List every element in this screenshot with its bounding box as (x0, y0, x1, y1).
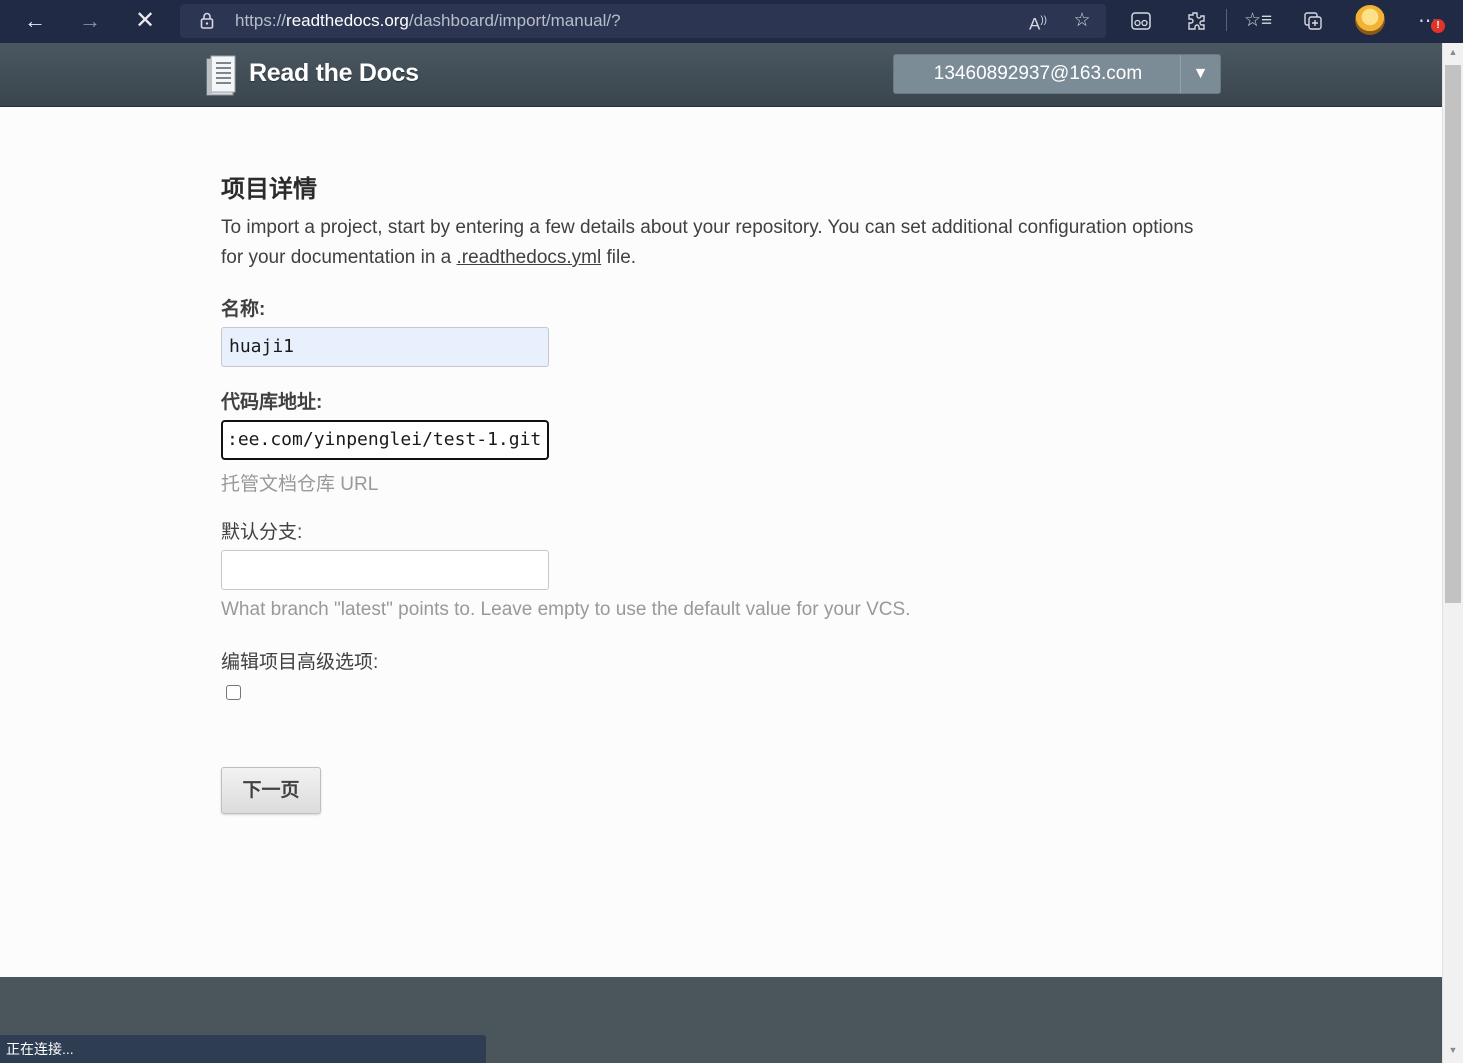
intro-text: To import a project, start by entering a… (221, 213, 1201, 273)
intro-text-end: file. (601, 247, 637, 268)
intro-text-start: To import a project, start by entering a… (221, 217, 1194, 268)
repo-url-label: 代码库地址: (221, 392, 323, 413)
add-favorite-icon[interactable]: ☆ (1067, 6, 1097, 36)
advanced-options-label: 编辑项目高级选项: (221, 652, 379, 673)
next-page-button[interactable]: 下一页 (221, 767, 321, 814)
vertical-scrollbar[interactable]: ▲ ▼ (1442, 43, 1463, 1063)
default-branch-label: 默认分支: (221, 522, 303, 543)
notification-badge: ! (1431, 19, 1445, 33)
site-logo-text[interactable]: Read the Docs (249, 59, 419, 88)
site-header: Read the Docs 13460892937@163.com ▼ (0, 43, 1442, 107)
default-branch-help: What branch "latest" points to. Leave em… (221, 599, 911, 620)
default-branch-input[interactable] (221, 550, 549, 590)
browser-status-bar: 正在连接... (0, 1035, 486, 1063)
favorites-icon[interactable]: ☆≡ (1243, 6, 1273, 36)
book-logo-icon[interactable] (205, 55, 237, 97)
user-email-button[interactable]: 13460892937@163.com (894, 55, 1182, 93)
lock-icon[interactable] (200, 12, 214, 29)
advanced-options-checkbox[interactable] (226, 685, 241, 700)
main-content: 项目详情 To import a project, start by enter… (0, 108, 1442, 977)
reader-mode-icon[interactable] (1126, 6, 1156, 36)
repo-url-input[interactable]: :ee.com/yinpenglei/test-1.git (221, 420, 549, 460)
profile-avatar[interactable] (1355, 5, 1385, 35)
scroll-down-arrow-icon[interactable]: ▼ (1443, 1045, 1463, 1059)
read-aloud-icon[interactable]: A)) (1023, 6, 1053, 36)
extensions-icon[interactable] (1181, 6, 1211, 36)
name-label: 名称: (221, 299, 266, 320)
toolbar-separator (1226, 9, 1227, 31)
readthedocs-yml-link[interactable]: .readthedocs.yml (457, 247, 602, 268)
stop-icon[interactable]: ✕ (129, 6, 161, 36)
name-input[interactable]: huaji1 (221, 327, 549, 367)
scrollbar-thumb[interactable] (1445, 65, 1461, 603)
dropdown-caret-icon[interactable]: ▼ (1180, 55, 1220, 93)
url-prefix: https:// (235, 11, 287, 30)
url-text[interactable]: https://readthedocs.org/dashboard/import… (235, 11, 621, 31)
scroll-up-arrow-icon[interactable]: ▲ (1443, 47, 1463, 61)
address-bar[interactable]: https://readthedocs.org/dashboard/import… (180, 4, 1106, 38)
forward-icon[interactable]: → (74, 6, 106, 36)
url-path: /dashboard/import/manual/? (408, 11, 621, 30)
url-domain: readthedocs.org (286, 11, 409, 30)
repo-url-help: 托管文档仓库 URL (221, 474, 379, 495)
user-menu[interactable]: 13460892937@163.com ▼ (893, 54, 1221, 94)
back-icon[interactable]: ← (19, 6, 51, 36)
page-title: 项目详情 (221, 176, 317, 203)
collections-icon[interactable] (1298, 6, 1328, 36)
browser-toolbar: ← → ✕ https://readthedocs.org/dashboard/… (0, 0, 1463, 43)
